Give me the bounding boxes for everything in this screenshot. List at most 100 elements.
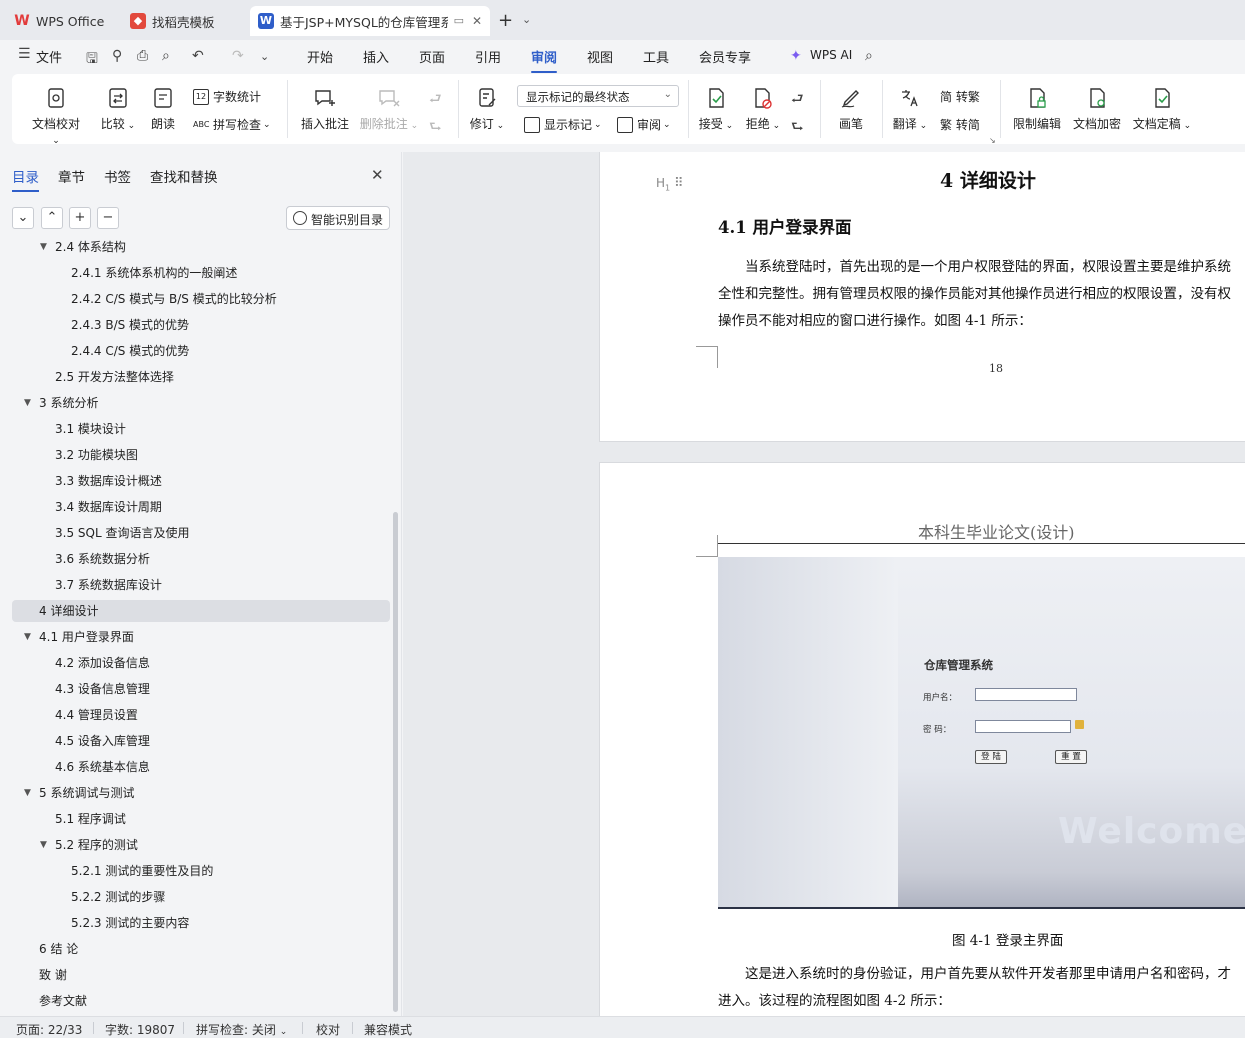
menu-start[interactable]: 开始 (307, 47, 333, 66)
expand-group-icon[interactable]: ↘ (989, 136, 996, 145)
insert-comment-button[interactable]: 插入批注 (299, 86, 351, 132)
toc-item[interactable]: 2.4.2 C/S 模式与 B/S 模式的比较分析 (12, 288, 390, 310)
tab-toc[interactable]: 目录 (12, 166, 39, 192)
reject-button[interactable]: 拒绝 ⌄ (745, 86, 781, 132)
status-word-count[interactable]: 字数: 19807 (105, 1021, 175, 1038)
word-count-button[interactable]: 12 字数统计 (193, 88, 261, 105)
status-page[interactable]: 页面: 22/33 (16, 1021, 82, 1038)
toc-item[interactable]: 3.4 数据库设计周期 (12, 496, 390, 518)
page-title[interactable]: 4 详细设计 (940, 166, 1036, 193)
prev-change-icon[interactable]: ⮐ (791, 88, 804, 112)
toc-item[interactable]: ▼ 5 系统调试与测试 (12, 782, 390, 804)
revise-button[interactable]: 修订 ⌄ (468, 86, 506, 132)
figure-caption[interactable]: 图 4-1 登录主界面 (952, 929, 1063, 949)
close-icon[interactable]: ✕ (371, 166, 384, 184)
toc-item[interactable]: 致 谢 (12, 964, 390, 986)
toc-item[interactable]: 3.3 数据库设计概述 (12, 470, 390, 492)
next-change-icon[interactable]: ⮑ (791, 116, 804, 140)
markup-display-select[interactable]: 显示标记的最终状态 ⌄ (517, 85, 679, 107)
translate-button[interactable]: 翻译 ⌄ (890, 86, 930, 132)
tab-wps-office[interactable]: W WPS Office (6, 6, 118, 36)
paragraph-line[interactable]: 这是进入系统时的身份验证，用户首先要从软件开发者那里申请用户名和密码，才 (718, 961, 1245, 988)
toc-item[interactable]: 3.2 功能模块图 (12, 444, 390, 466)
spell-check-button[interactable]: ABC 拼写检查 ⌄ (193, 116, 271, 133)
toc-item[interactable]: ▼ 3 系统分析 (12, 392, 390, 414)
to-traditional-button[interactable]: 简 转繁 (940, 88, 980, 105)
tab-find-replace[interactable]: 查找和替换 (150, 166, 218, 186)
login-screenshot-image[interactable]: 仓库管理系统 用户名： 密 码： 登 陆 重 置 Welcome (718, 557, 1245, 909)
expand-toggle-icon[interactable]: ▼ (40, 240, 47, 258)
expand-down-icon[interactable]: ⌄ (12, 207, 34, 229)
collapse-up-icon[interactable]: ⌃ (41, 207, 63, 229)
search-icon[interactable]: ⌕ (865, 48, 873, 64)
section-heading[interactable]: 4.1 用户登录界面 (718, 214, 851, 238)
doc-check-button[interactable]: 文档校对 ⌄ (28, 86, 84, 146)
doc-encrypt-button[interactable]: 文档加密 (1070, 86, 1124, 132)
menu-wps-ai[interactable]: WPS AI (810, 48, 852, 62)
expand-toggle-icon[interactable]: ▼ (24, 626, 31, 648)
restrict-edit-button[interactable]: 限制编辑 (1010, 86, 1064, 132)
delete-comment-button[interactable]: 删除批注 ⌄ (359, 86, 419, 132)
menu-reference[interactable]: 引用 (475, 47, 501, 66)
status-spell-check[interactable]: 拼写检查: 关闭 ⌄ (196, 1021, 287, 1038)
status-proofread[interactable]: 校对 (316, 1021, 340, 1038)
menu-review[interactable]: 审阅 (531, 47, 558, 73)
compare-button[interactable]: 比较 ⌄ (98, 86, 138, 132)
show-markup-button[interactable]: 显示标记 ⌄ (524, 116, 602, 133)
menu-file[interactable]: 文件 (36, 47, 62, 66)
toc-item[interactable]: ▼ 2.4 体系结构 (12, 240, 390, 258)
menu-member[interactable]: 会员专享 (699, 47, 751, 66)
toc-item[interactable]: 3.6 系统数据分析 (12, 548, 390, 570)
chevron-down-icon[interactable]: ⌄ (522, 13, 531, 26)
redo-icon[interactable]: ↷ (232, 48, 244, 64)
toc-item[interactable]: 4.3 设备信息管理 (12, 678, 390, 700)
link-icon[interactable]: ⚲ (112, 48, 122, 64)
expand-toggle-icon[interactable]: ▼ (24, 392, 31, 414)
review-pane-button[interactable]: 审阅 ⌄ (617, 116, 671, 133)
toc-item[interactable]: ▼ 4.1 用户登录界面 (12, 626, 390, 648)
expand-toggle-icon[interactable]: ▼ (24, 782, 31, 804)
toc-item[interactable]: 5.2.3 测试的主要内容 (12, 912, 390, 934)
undo-icon[interactable]: ↶ (192, 48, 204, 64)
toc-item[interactable]: 2.5 开发方法整体选择 (12, 366, 390, 388)
accept-button[interactable]: 接受 ⌄ (698, 86, 734, 132)
remove-level-icon[interactable]: − (97, 207, 119, 229)
prev-comment-icon[interactable]: ⮐ (429, 88, 442, 112)
new-tab-icon[interactable]: + (498, 10, 513, 31)
next-comment-icon[interactable]: ⮑ (429, 116, 442, 140)
toc-item[interactable]: 2.4.1 系统体系机构的一般阐述 (12, 262, 390, 284)
close-tab-icon[interactable]: ✕ (472, 14, 482, 28)
toc-scrollbar[interactable] (393, 512, 398, 1012)
paragraph-line[interactable]: 全性和完整性。拥有管理员权限的操作员能对其他操作员进行相应的权限设置，没有权 (718, 281, 1245, 308)
toc-item[interactable]: 参考文献 (12, 990, 390, 1012)
toc-item[interactable]: 2.4.3 B/S 模式的优势 (12, 314, 390, 336)
monitor-icon[interactable]: ▭ (454, 14, 464, 27)
menu-insert[interactable]: 插入 (363, 47, 389, 66)
toc-item[interactable]: 4 详细设计 (12, 600, 390, 622)
heading-level-icon[interactable]: H1 ⠿ (656, 176, 683, 192)
to-simplified-button[interactable]: 繁 转简 (940, 116, 980, 133)
menu-page[interactable]: 页面 (419, 47, 445, 66)
print-icon[interactable]: ⎙ (137, 48, 148, 64)
menu-tools[interactable]: 工具 (643, 47, 669, 66)
tab-current-document[interactable]: W 基于JSP+MYSQL的仓库管理系 ▭ ✕ (250, 6, 490, 36)
read-aloud-button[interactable]: 朗读 (148, 86, 178, 132)
save-icon[interactable]: 🖫 (86, 48, 98, 72)
tab-sections[interactable]: 章节 (58, 166, 85, 186)
smart-toc-button[interactable]: 智能识别目录 (286, 206, 390, 230)
toc-item[interactable]: 4.4 管理员设置 (12, 704, 390, 726)
hamburger-icon[interactable]: ☰ (18, 46, 31, 62)
toc-item[interactable]: ▼ 5.2 程序的测试 (12, 834, 390, 856)
print-preview-icon[interactable]: ⌕ (162, 48, 170, 64)
doc-finalize-button[interactable]: 文档定稿 ⌄ (1130, 86, 1194, 132)
toc-item[interactable]: 5.2.2 测试的步骤 (12, 886, 390, 908)
toc-item[interactable]: 4.5 设备入库管理 (12, 730, 390, 752)
chevron-down-icon[interactable]: ⌄ (260, 50, 269, 63)
tab-docer[interactable]: ◆ 找稻壳模板 (122, 6, 242, 36)
expand-toggle-icon[interactable]: ▼ (40, 834, 47, 856)
pen-button[interactable]: 画笔 (834, 86, 868, 132)
toc-item[interactable]: 5.1 程序调试 (12, 808, 390, 830)
add-level-icon[interactable]: + (69, 207, 91, 229)
toc-item[interactable]: 4.2 添加设备信息 (12, 652, 390, 674)
menu-view[interactable]: 视图 (587, 47, 613, 66)
